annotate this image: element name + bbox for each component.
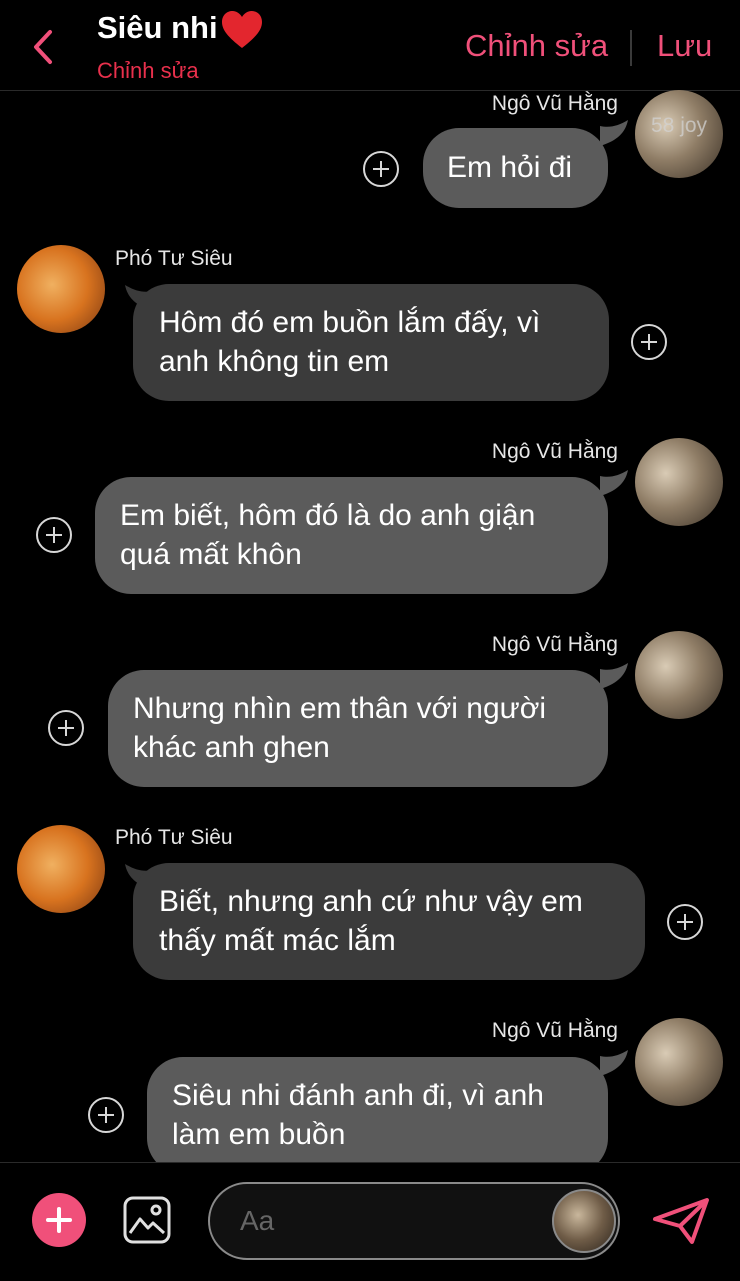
sender-name: Ngô Vũ Hằng: [491, 92, 618, 115]
image-icon[interactable]: [122, 1195, 172, 1245]
message-placeholder: Aa: [240, 1205, 275, 1236]
message-bubble[interactable]: Biết, nhưng anh cứ như vậy em thấy mất m…: [133, 863, 645, 980]
message-bubble[interactable]: Em hỏi đi: [423, 128, 608, 208]
add-reaction-icon[interactable]: [88, 1097, 124, 1133]
heart-icon: [222, 11, 262, 48]
save-button[interactable]: Lưu: [657, 28, 712, 64]
sender-name: Ngô Vũ Hằng: [491, 1019, 618, 1042]
sender-name: Ngô Vũ Hằng: [491, 440, 618, 463]
message-bubble[interactable]: Nhưng nhìn em thân với người khác anh gh…: [108, 670, 608, 787]
send-icon[interactable]: [652, 1197, 710, 1245]
message-input[interactable]: Aa: [208, 1182, 620, 1260]
add-reaction-icon[interactable]: [667, 904, 703, 940]
add-reaction-icon[interactable]: [36, 517, 72, 553]
plus-circle-icon[interactable]: [32, 1193, 86, 1247]
bubble-tail: [600, 1050, 628, 1076]
add-reaction-icon[interactable]: [363, 151, 399, 187]
avatar[interactable]: [17, 245, 105, 333]
avatar[interactable]: [635, 631, 723, 719]
chat-subtitle[interactable]: Chỉnh sửa: [97, 58, 199, 84]
back-chevron-icon[interactable]: [28, 28, 58, 66]
bubble-tail: [600, 120, 628, 146]
sender-name: Ngô Vũ Hằng: [491, 633, 618, 656]
chat-title: Siêu nhi: [97, 10, 218, 45]
bubble-tail: [600, 663, 628, 689]
avatar[interactable]: [635, 1018, 723, 1106]
composer-bar: Aa: [0, 1162, 740, 1281]
add-reaction-icon[interactable]: [631, 324, 667, 360]
chat-header: Siêu nhi Chỉnh sửa Chỉnh sửa Lưu: [0, 0, 740, 91]
edit-button[interactable]: Chỉnh sửa: [465, 28, 608, 64]
bubble-tail: [600, 470, 628, 496]
add-reaction-icon[interactable]: [48, 710, 84, 746]
watermark: 58 joy: [651, 114, 708, 137]
sender-name: Phó Tư Siêu: [115, 247, 233, 270]
avatar[interactable]: [17, 825, 105, 913]
message-bubble[interactable]: Hôm đó em buồn lắm đấy, vì anh không tin…: [133, 284, 609, 401]
sender-name: Phó Tư Siêu: [115, 826, 233, 849]
header-divider: [630, 30, 632, 66]
message-bubble[interactable]: Em biết, hôm đó là do anh giận quá mất k…: [95, 477, 608, 594]
message-bubble[interactable]: Siêu nhi đánh anh đi, vì anh làm em buồn: [147, 1057, 608, 1174]
avatar[interactable]: [635, 438, 723, 526]
avatar[interactable]: [552, 1189, 616, 1253]
